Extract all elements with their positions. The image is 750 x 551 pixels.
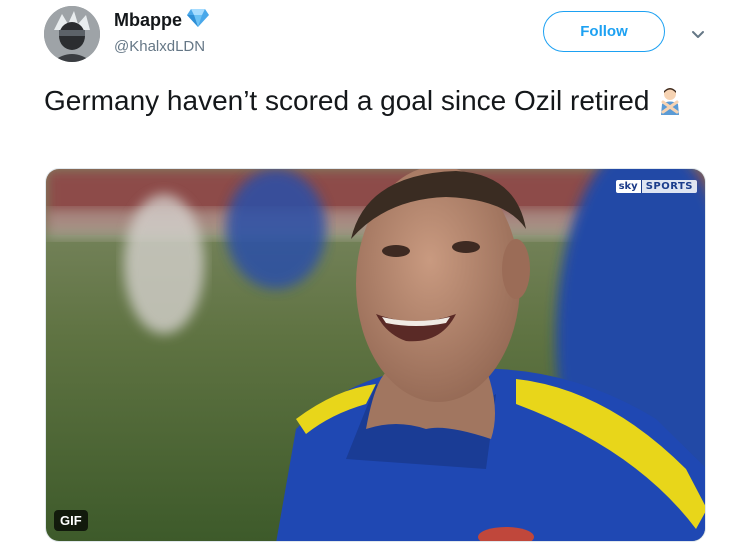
tweet-text-content: Germany haven’t scored a goal since Ozil… xyxy=(44,85,650,116)
broadcaster-logo-part1: sky xyxy=(615,179,641,193)
follow-button[interactable]: Follow xyxy=(543,11,665,52)
author-display-name[interactable]: Mbappe xyxy=(114,10,182,31)
avatar[interactable] xyxy=(44,6,100,62)
diamond-icon xyxy=(186,8,210,33)
tweet-text: Germany haven’t scored a goal since Ozil… xyxy=(44,82,704,120)
tweet-media-gif[interactable]: sky SPORTS GIF xyxy=(45,168,706,542)
gif-frame-image xyxy=(46,169,705,541)
man-gesturing-no-icon xyxy=(655,85,685,115)
gif-badge: GIF xyxy=(54,510,88,531)
broadcaster-logo-part2: SPORTS xyxy=(640,179,697,193)
chevron-down-icon[interactable] xyxy=(688,24,708,44)
author-handle[interactable]: @KhalxdLDN xyxy=(114,38,205,55)
avatar-image xyxy=(44,6,100,62)
author-name-row[interactable]: Mbappe xyxy=(114,8,210,33)
broadcaster-logo: sky SPORTS xyxy=(615,178,697,194)
